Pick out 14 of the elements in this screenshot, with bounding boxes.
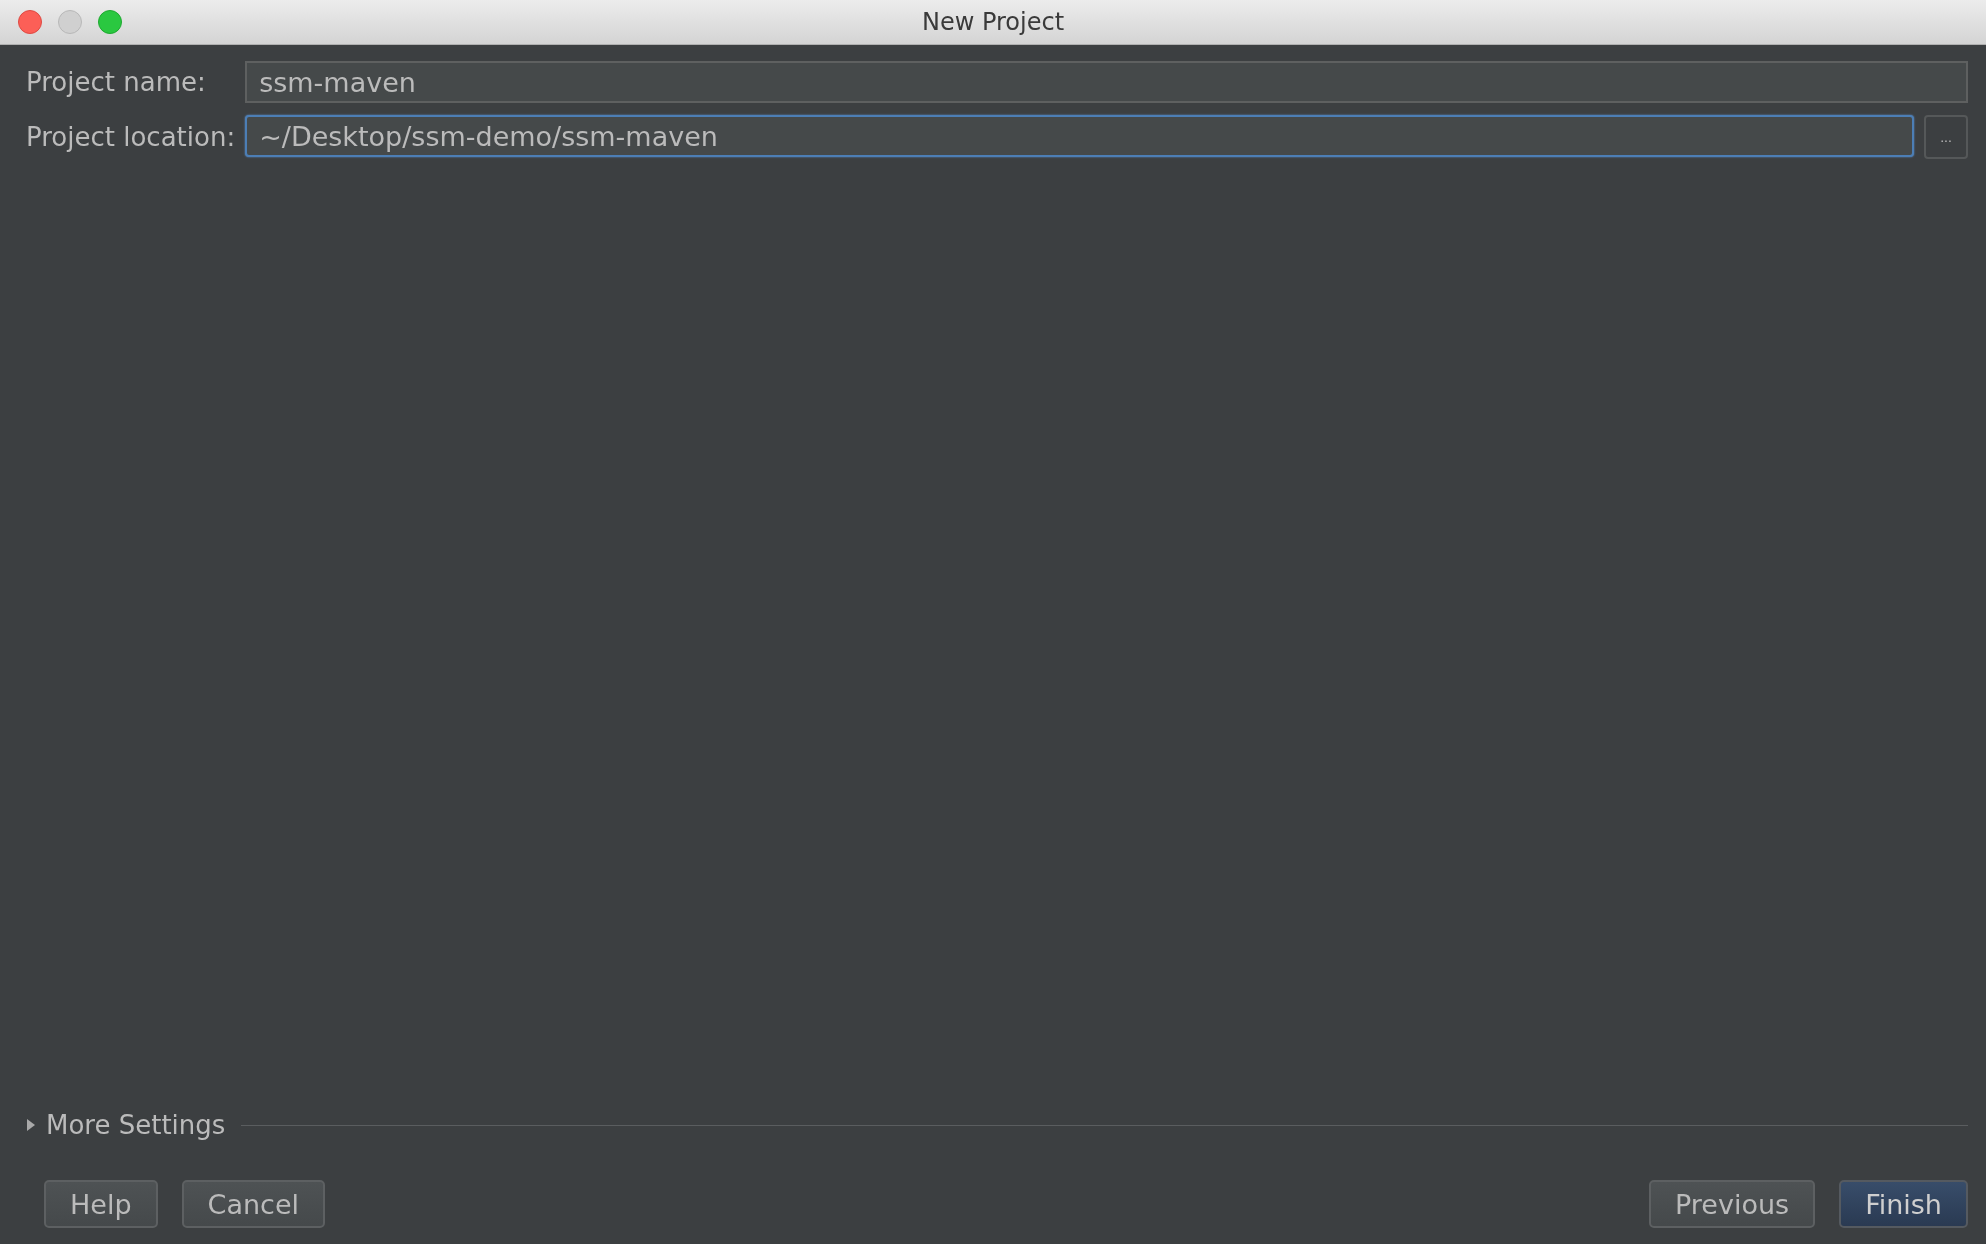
- dialog-button[interactable]: Previous: [1649, 1180, 1816, 1228]
- close-icon[interactable]: [18, 10, 42, 34]
- text-field[interactable]: ssm-maven: [245, 61, 1968, 103]
- dialog-button[interactable]: Help: [44, 1180, 158, 1228]
- dialog-button[interactable]: Cancel: [181, 1180, 326, 1228]
- text-field[interactable]: ~/Desktop/ssm-demo/ssm-maven: [245, 115, 1914, 157]
- expand-arrow-icon[interactable]: [26, 1119, 36, 1131]
- field-label: Project location:: [26, 122, 236, 152]
- window-title: New Project: [921, 8, 1065, 36]
- more-settings-toggle[interactable]: More Settings: [46, 1110, 226, 1140]
- field-label: Project name:: [26, 67, 207, 97]
- zoom-icon[interactable]: [98, 10, 122, 34]
- dialog-button[interactable]: Finish: [1839, 1180, 1968, 1228]
- browse-button[interactable]: ...: [1924, 115, 1968, 159]
